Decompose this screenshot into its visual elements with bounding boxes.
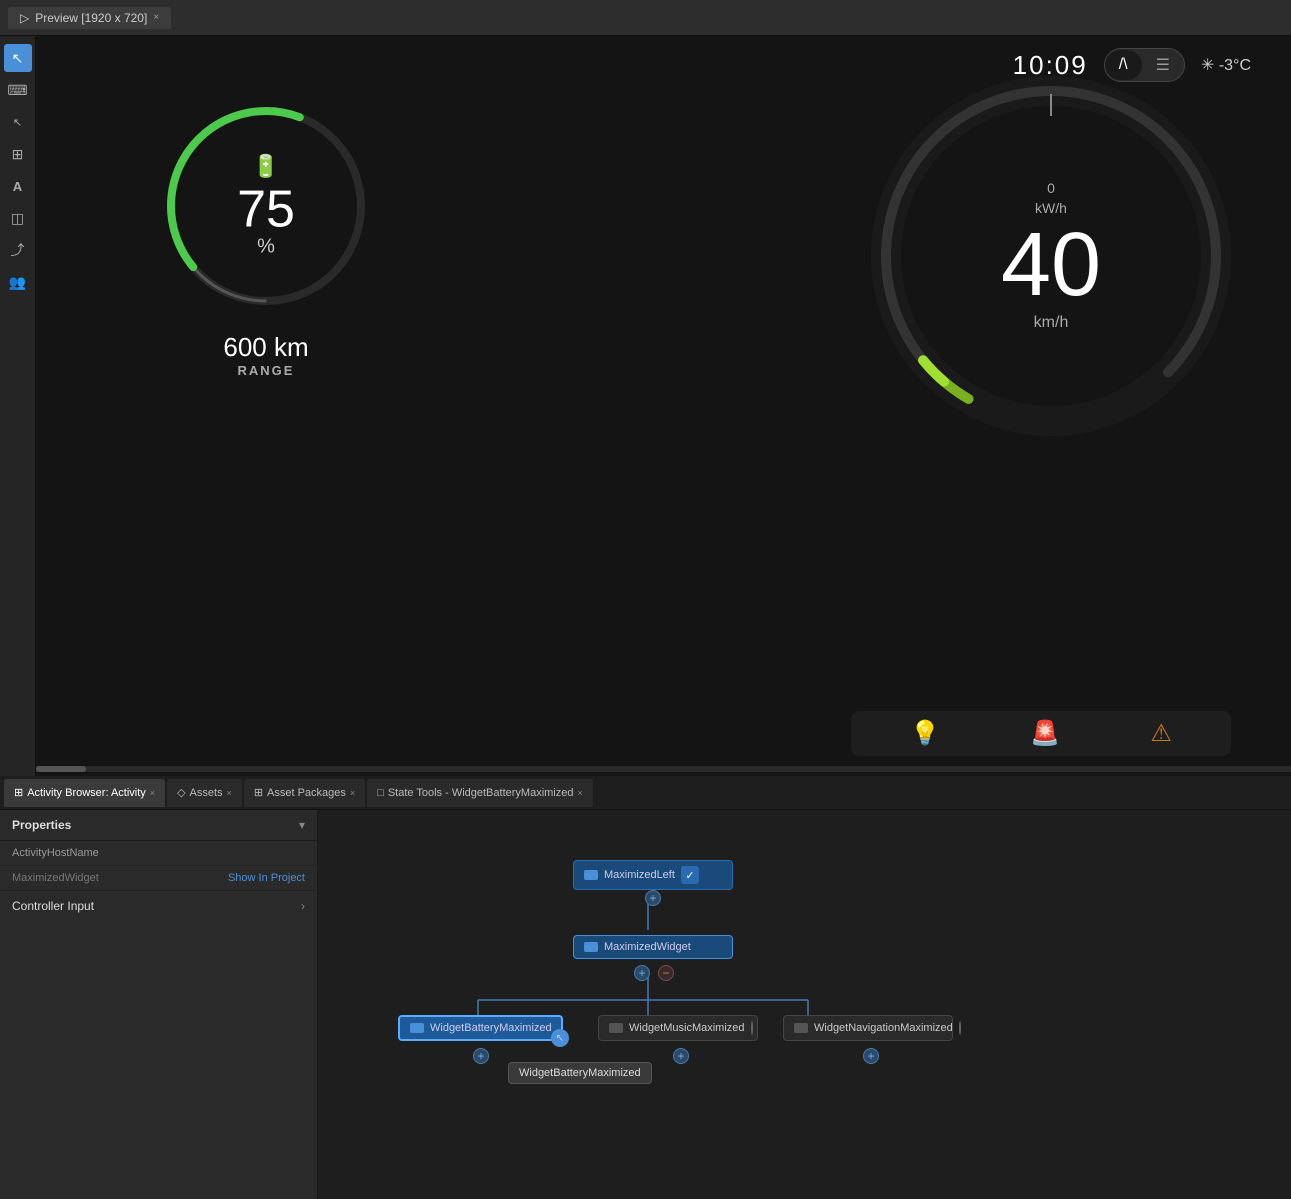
state-canvas: MaximizedLeft ✓ + MaximizedWidget + − Wi… (318, 810, 1291, 1199)
assets-close[interactable]: × (227, 788, 232, 798)
range-km: 600 km (223, 332, 308, 363)
left-sidebar: ↖ ⌨ ↖ ⊞ A ◫ ⤴ 👥 (0, 36, 36, 776)
widget-navigation-dot (959, 1021, 961, 1035)
sidebar-share-icon[interactable]: ⤴ (4, 236, 32, 264)
node-widget-navigation[interactable]: WidgetNavigationMaximized (783, 1015, 953, 1041)
warning-triangle-icon: ⚠ (1150, 719, 1172, 748)
tab-activity-browser[interactable]: ⊞ Activity Browser: Activity × (4, 779, 165, 807)
sidebar-layers-icon[interactable]: ◫ (4, 204, 32, 232)
widget-music-label: WidgetMusicMaximized (629, 1022, 745, 1034)
battery-unit: % (237, 236, 295, 259)
state-tools-label: State Tools - WidgetBatteryMaximized (388, 787, 574, 799)
activity-host-value: MaximizedWidget (12, 872, 99, 884)
sidebar-users-icon[interactable]: 👥 (4, 268, 32, 296)
preview-area: 10:09 /\ ☰ ✳ -3°C 🔋 75 (36, 36, 1291, 776)
widget-navigation-add[interactable]: + (863, 1048, 879, 1064)
seatbelt-icon: 🚨 (1030, 719, 1060, 748)
headlights-icon: 💡 (910, 719, 940, 748)
show-in-project-link[interactable]: Show In Project (228, 872, 305, 884)
tab-assets[interactable]: ◇ Assets × (167, 779, 242, 807)
node-container: MaximizedLeft ✓ + MaximizedWidget + − Wi… (318, 830, 1291, 1199)
bottom-panel: ⊞ Activity Browser: Activity × ◇ Assets … (0, 776, 1291, 1199)
sidebar-keyboard-icon[interactable]: ⌨ (4, 76, 32, 104)
widget-battery-label: WidgetBatteryMaximized (430, 1022, 552, 1034)
energy-value: 0 (1001, 180, 1101, 196)
tooltip-widget-battery: WidgetBatteryMaximized (508, 1062, 652, 1084)
sidebar-cursor2-icon[interactable]: ↖ (4, 108, 32, 136)
maximized-left-icon (584, 870, 598, 880)
preview-tab-label: Preview [1920 x 720] (35, 11, 147, 25)
activity-browser-icon: ⊞ (14, 786, 23, 799)
speed-center: 0 kW/h 40 km/h (1001, 180, 1101, 332)
preview-tab[interactable]: ▷ Preview [1920 x 720] × (8, 7, 171, 29)
maximized-widget-label: MaximizedWidget (604, 941, 691, 953)
battery-value: 75 (237, 184, 295, 236)
properties-header[interactable]: Properties ▾ (0, 810, 317, 841)
state-tools-close[interactable]: × (577, 788, 582, 798)
asset-packages-icon: ⊞ (254, 786, 263, 799)
node-widget-battery[interactable]: WidgetBatteryMaximized ↖ (398, 1015, 563, 1041)
asset-packages-label: Asset Packages (267, 787, 346, 799)
sidebar-grid-icon[interactable]: ⊞ (4, 140, 32, 168)
battery-icon: 🔋 (237, 154, 295, 180)
widget-battery-cursor[interactable]: ↖ (551, 1029, 569, 1047)
warning-bar: 💡 🚨 ⚠ (851, 711, 1231, 756)
maximized-left-label: MaximizedLeft (604, 869, 675, 881)
tooltip-text: WidgetBatteryMaximized (519, 1067, 641, 1079)
widget-music-icon (609, 1023, 623, 1033)
assets-icon: ◇ (177, 786, 185, 799)
activity-browser-close[interactable]: × (150, 788, 155, 798)
battery-range: 600 km RANGE (223, 332, 308, 378)
tab-state-tools[interactable]: □ State Tools - WidgetBatteryMaximized × (367, 779, 593, 807)
battery-center: 🔋 75 % (237, 154, 295, 259)
dashboard: 10:09 /\ ☰ ✳ -3°C 🔋 75 (36, 36, 1291, 776)
widget-music-add[interactable]: + (673, 1048, 689, 1064)
speed-value: 40 (1001, 220, 1101, 310)
node-widget-music[interactable]: WidgetMusicMaximized (598, 1015, 758, 1041)
battery-circle: 🔋 75 % (156, 96, 376, 316)
node-maximized-widget[interactable]: MaximizedWidget (573, 935, 733, 959)
activity-host-label: ActivityHostName (12, 847, 99, 859)
bottom-tabs: ⊞ Activity Browser: Activity × ◇ Assets … (0, 776, 1291, 810)
weather-display: ✳ -3°C (1201, 55, 1251, 75)
preview-icon: ▷ (20, 11, 29, 25)
top-bar: ▷ Preview [1920 x 720] × (0, 0, 1291, 36)
properties-title: Properties (12, 818, 71, 832)
state-tools-icon: □ (377, 787, 384, 799)
battery-gauge: 🔋 75 % 600 km RANGE (156, 96, 376, 378)
maximized-widget-minus[interactable]: − (658, 965, 674, 981)
speedometer: 0 kW/h 40 km/h (871, 76, 1231, 436)
preview-tab-close[interactable]: × (153, 12, 159, 23)
controller-input-label: Controller Input (12, 899, 94, 913)
maximized-widget-icon (584, 942, 598, 952)
maximized-left-check: ✓ (681, 866, 699, 884)
activity-browser-label: Activity Browser: Activity (27, 787, 146, 799)
widget-navigation-icon (794, 1023, 808, 1033)
widget-music-dot (751, 1021, 753, 1035)
asset-packages-close[interactable]: × (350, 788, 355, 798)
widget-battery-icon (410, 1023, 424, 1033)
sidebar-cursor-icon[interactable]: ↖ (4, 44, 32, 72)
properties-panel: Properties ▾ ActivityHostName MaximizedW… (0, 810, 318, 1199)
sidebar-text-icon[interactable]: A (4, 172, 32, 200)
assets-label: Assets (190, 787, 223, 799)
scroll-thumb (36, 766, 86, 772)
node-maximized-left[interactable]: MaximizedLeft ✓ (573, 860, 733, 890)
scroll-indicator (36, 766, 1291, 772)
properties-collapse-icon[interactable]: ▾ (299, 818, 305, 832)
activity-host-value-row: MaximizedWidget Show In Project (0, 866, 317, 891)
maximized-widget-add[interactable]: + (634, 965, 650, 981)
maximized-left-add[interactable]: + (645, 890, 661, 906)
controller-input-row[interactable]: Controller Input › (0, 891, 317, 921)
speed-unit: km/h (1001, 314, 1101, 332)
tab-asset-packages[interactable]: ⊞ Asset Packages × (244, 779, 365, 807)
controller-input-chevron: › (301, 899, 305, 913)
activity-host-row: ActivityHostName (0, 841, 317, 866)
speed-circle: 0 kW/h 40 km/h (871, 76, 1231, 436)
range-label: RANGE (223, 363, 308, 378)
widget-navigation-label: WidgetNavigationMaximized (814, 1022, 953, 1034)
widget-battery-add[interactable]: + (473, 1048, 489, 1064)
energy-unit: kW/h (1001, 200, 1101, 216)
